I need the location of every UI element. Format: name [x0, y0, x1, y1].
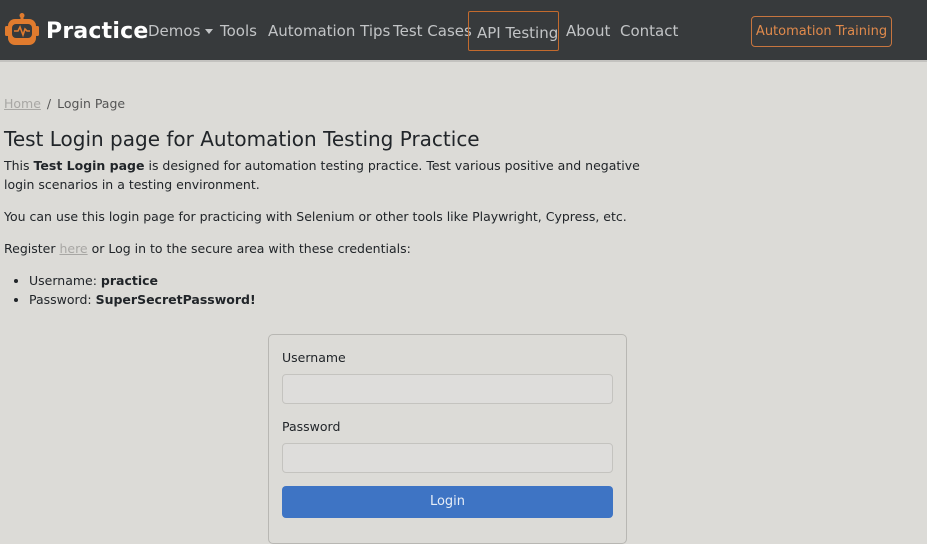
credential-password-value: SuperSecretPassword!: [95, 292, 256, 307]
credential-password: Password: SuperSecretPassword!: [29, 290, 256, 309]
brand-link[interactable]: Practice: [4, 12, 148, 50]
nav-automation-tips[interactable]: Automation Tips: [268, 20, 390, 42]
breadcrumb-separator: /: [46, 96, 52, 111]
tools-paragraph: You can use this login page for practici…: [4, 209, 627, 224]
username-label: Username: [282, 350, 346, 365]
automation-training-button[interactable]: Automation Training: [751, 16, 892, 47]
intro-prefix: This: [4, 158, 34, 173]
brand-text[interactable]: Practice: [46, 19, 148, 44]
credential-username: Username: practice: [29, 271, 256, 290]
credential-username-label: Username:: [29, 273, 101, 288]
nav-api-testing-label: API Testing: [477, 24, 559, 42]
breadcrumb-current: Login Page: [57, 96, 126, 111]
top-navbar: Practice Demos Tools Automation Tips Tes…: [0, 0, 927, 62]
login-form-card: Username Password Login: [268, 334, 627, 544]
nav-api-testing[interactable]: API Testing: [468, 11, 559, 51]
robot-logo-icon: [5, 13, 39, 45]
register-prefix: Register: [4, 241, 60, 256]
nav-demos-dropdown[interactable]: Demos: [148, 20, 214, 42]
intro-paragraph: This Test Login page is designed for aut…: [4, 156, 669, 194]
password-label: Password: [282, 419, 341, 434]
register-here-link[interactable]: here: [59, 241, 87, 256]
register-suffix: or Log in to the secure area with these …: [87, 241, 411, 256]
breadcrumb-home-link[interactable]: Home: [4, 96, 41, 111]
credential-password-label: Password:: [29, 292, 96, 307]
login-button[interactable]: Login: [282, 486, 613, 518]
intro-bold: Test Login page: [33, 158, 145, 173]
credential-username-value: practice: [100, 273, 159, 288]
page-title: Test Login page for Automation Testing P…: [4, 127, 480, 151]
username-input[interactable]: [282, 374, 613, 404]
nav-contact[interactable]: Contact: [620, 20, 678, 42]
nav-tools[interactable]: Tools: [220, 20, 257, 42]
nav-about[interactable]: About: [566, 20, 610, 42]
caret-down-icon: [205, 29, 214, 34]
credentials-list: Username: practice Password: SuperSecret…: [29, 271, 256, 309]
password-input[interactable]: [282, 443, 613, 473]
nav-demos-label: Demos: [148, 22, 201, 40]
register-paragraph: Register here or Log in to the secure ar…: [4, 239, 411, 258]
breadcrumb: Home / Login Page: [4, 94, 125, 113]
nav-test-cases[interactable]: Test Cases: [393, 20, 472, 42]
